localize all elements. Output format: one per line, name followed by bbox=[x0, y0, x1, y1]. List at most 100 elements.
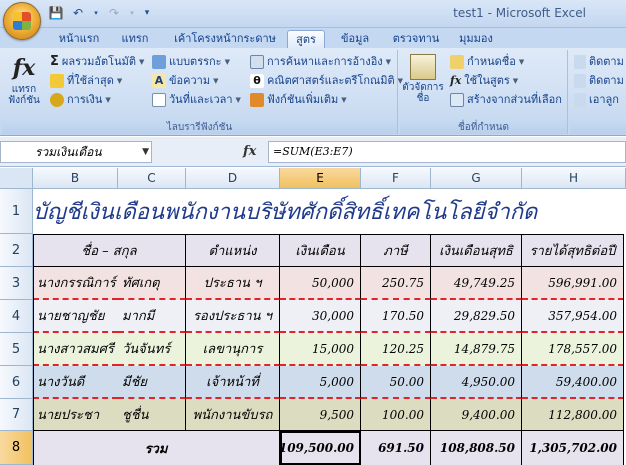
create-from-selection-button[interactable]: สร้างจากส่วนที่เลือก bbox=[450, 91, 562, 109]
table-row-position[interactable]: พนักงานขับรถ bbox=[186, 399, 280, 431]
text-function-button[interactable]: A ข้อความ ▼ bbox=[152, 72, 218, 90]
logical-button[interactable]: แบบตรรกะ ▼ bbox=[152, 53, 230, 71]
row-header-5[interactable]: 5 bbox=[0, 333, 33, 366]
table-row-position[interactable]: ประธาน ฯ bbox=[186, 267, 280, 300]
table-row-net[interactable]: 4,950.00 bbox=[431, 366, 522, 399]
table-row-net[interactable]: 29,829.50 bbox=[431, 300, 522, 333]
financial-button[interactable]: การเงิน ▼ bbox=[50, 91, 111, 109]
header-salary[interactable]: เงินเดือน bbox=[280, 234, 361, 267]
remove-arrows-button[interactable]: เอาลูก bbox=[574, 91, 619, 109]
magnifier-icon bbox=[250, 55, 264, 69]
name-box[interactable]: รวมเงินเดือน ▼ bbox=[0, 141, 152, 163]
more-functions-button[interactable]: ฟังก์ชันเพิ่มเติม ▼ bbox=[250, 91, 347, 109]
autosum-button[interactable]: Σ ผลรวมอัตโนมัติ ▼ bbox=[50, 53, 144, 71]
row-header-2[interactable]: 2 bbox=[0, 234, 33, 267]
table-row-salary[interactable]: 15,000 bbox=[280, 333, 361, 366]
ribbon-tabs: หน้าแรก แทรก เค้าโครงหน้ากระดาษ สูตร ข้อ… bbox=[0, 28, 626, 48]
table-row-net[interactable]: 49,749.25 bbox=[431, 267, 522, 300]
table-row-tax[interactable]: 50.00 bbox=[361, 366, 431, 399]
table-row-position[interactable]: เลขานุการ bbox=[186, 333, 280, 366]
row-header-8[interactable]: 8 bbox=[0, 431, 33, 465]
row-header-3[interactable]: 3 bbox=[0, 267, 33, 300]
tab-view[interactable]: มุมมอง bbox=[452, 30, 500, 48]
tab-insert[interactable]: แทรก bbox=[112, 30, 158, 48]
table-row-position[interactable]: เจ้าหน้าที่ bbox=[186, 366, 280, 399]
row-header-7[interactable]: 7 bbox=[0, 399, 33, 431]
table-row-tax[interactable]: 120.25 bbox=[361, 333, 431, 366]
header-net-salary[interactable]: เงินเดือนสุทธิ bbox=[431, 234, 522, 267]
table-row-salary[interactable]: 50,000 bbox=[280, 267, 361, 300]
table-row-last-name[interactable]: มากมี bbox=[118, 300, 186, 333]
table-row-annual[interactable]: 59,400.00 bbox=[522, 366, 624, 399]
table-row-annual[interactable]: 357,954.00 bbox=[522, 300, 624, 333]
table-row-last-name[interactable]: วันจันทร์ bbox=[118, 333, 186, 366]
row-header-1[interactable]: 1 bbox=[0, 189, 33, 234]
date-time-button[interactable]: วันที่และเวลา ▼ bbox=[152, 91, 241, 109]
column-header-b[interactable]: B bbox=[33, 168, 118, 189]
total-annual[interactable]: 1,305,702.00 bbox=[522, 431, 624, 465]
trace-precedents-button[interactable]: ติดตาม bbox=[574, 53, 624, 71]
table-row-first-name[interactable]: นางสาวสมศรี bbox=[33, 333, 118, 366]
grid-icon bbox=[450, 93, 464, 107]
tab-review[interactable]: ตรวจทาน bbox=[388, 30, 444, 48]
table-row-last-name[interactable]: ทัศเกตุ bbox=[118, 267, 186, 300]
row-header-6[interactable]: 6 bbox=[0, 366, 33, 399]
row-header-4[interactable]: 4 bbox=[0, 300, 33, 333]
table-row-tax[interactable]: 100.00 bbox=[361, 399, 431, 431]
table-row-tax[interactable]: 250.75 bbox=[361, 267, 431, 300]
insert-function-button[interactable]: fx แทรก ฟังก์ชัน bbox=[6, 54, 42, 106]
column-header-h[interactable]: H bbox=[522, 168, 626, 189]
table-row-first-name[interactable]: นางกรรณิการ์ bbox=[33, 267, 118, 300]
table-border-top bbox=[33, 234, 624, 235]
total-label[interactable]: รวม bbox=[33, 431, 280, 465]
table-row-annual[interactable]: 112,800.00 bbox=[522, 399, 624, 431]
table-row-first-name[interactable]: นางวันดี bbox=[33, 366, 118, 399]
table-row-last-name[interactable]: ชูชื่น bbox=[118, 399, 186, 431]
trace-dependents-button[interactable]: ติดตาม bbox=[574, 72, 624, 90]
sheet-title[interactable]: บัญชีเงินเดือนพนักงานบริษัทศักดิ์สิทธิ์เ… bbox=[33, 189, 626, 234]
table-row-tax[interactable]: 170.50 bbox=[361, 300, 431, 333]
define-name-button[interactable]: กำหนดชื่อ ▼ bbox=[450, 53, 524, 71]
total-tax[interactable]: 691.50 bbox=[361, 431, 431, 465]
lookup-reference-button[interactable]: การค้นหาและการอ้างอิง ▼ bbox=[250, 53, 391, 71]
tab-data[interactable]: ข้อมูล bbox=[334, 30, 376, 48]
table-row-first-name[interactable]: นายประชา bbox=[33, 399, 118, 431]
column-header-d[interactable]: D bbox=[186, 168, 280, 189]
function-library-label: ไลบรารีฟังก์ชัน bbox=[2, 120, 397, 134]
header-name[interactable]: ชื่อ – สกุล bbox=[33, 234, 186, 267]
use-in-formula-button[interactable]: fx ใช้ในสูตร ▼ bbox=[450, 72, 518, 90]
column-header-f[interactable]: F bbox=[361, 168, 431, 189]
header-annual-income[interactable]: รายได้สุทธิต่อปี bbox=[522, 234, 624, 267]
math-trig-button[interactable]: θ คณิตศาสตร์และตรีโกณมิติ ▼ bbox=[250, 72, 403, 90]
select-all-corner[interactable] bbox=[0, 168, 33, 189]
formula-input[interactable]: =SUM(E3:E7) bbox=[268, 141, 626, 163]
table-row-last-name[interactable]: มีชัย bbox=[118, 366, 186, 399]
column-header-c[interactable]: C bbox=[118, 168, 186, 189]
table-row-position[interactable]: รองประธาน ฯ bbox=[186, 300, 280, 333]
tab-formulas[interactable]: สูตร bbox=[287, 30, 325, 48]
table-row-salary[interactable]: 5,000 bbox=[280, 366, 361, 399]
office-button[interactable] bbox=[3, 2, 41, 40]
name-manager-button[interactable]: ตัวจัดการ ชื่อ bbox=[402, 54, 444, 104]
table-row-salary[interactable]: 9,500 bbox=[280, 399, 361, 431]
total-salary-cell[interactable]: 109,500.00 bbox=[280, 431, 361, 465]
table-row-annual[interactable]: 178,557.00 bbox=[522, 333, 624, 366]
function-library-group: fx แทรก ฟังก์ชัน Σ ผลรวมอัตโนมัติ ▼ ที่ใช… bbox=[2, 50, 403, 134]
tab-page-layout[interactable]: เค้าโครงหน้ากระดาษ bbox=[166, 30, 284, 48]
header-tax[interactable]: ภาษี bbox=[361, 234, 431, 267]
table-row-first-name[interactable]: นายชาญชัย bbox=[33, 300, 118, 333]
total-net[interactable]: 108,808.50 bbox=[431, 431, 522, 465]
recently-used-button[interactable]: ที่ใช้ล่าสุด ▼ bbox=[50, 72, 122, 90]
header-position[interactable]: ตำแหน่ง bbox=[186, 234, 280, 267]
column-header-g[interactable]: G bbox=[431, 168, 522, 189]
fx-icon[interactable]: fx bbox=[243, 144, 256, 159]
table-row-annual[interactable]: 596,991.00 bbox=[522, 267, 624, 300]
chevron-down-icon[interactable]: ▼ bbox=[142, 142, 149, 162]
table-row-salary[interactable]: 30,000 bbox=[280, 300, 361, 333]
table-row-net[interactable]: 9,400.00 bbox=[431, 399, 522, 431]
table-row-net[interactable]: 14,879.75 bbox=[431, 333, 522, 366]
column-header-e[interactable]: E bbox=[280, 168, 361, 189]
tab-home[interactable]: หน้าแรก bbox=[50, 30, 108, 48]
office-logo-icon bbox=[13, 12, 31, 30]
books-icon bbox=[250, 93, 264, 107]
